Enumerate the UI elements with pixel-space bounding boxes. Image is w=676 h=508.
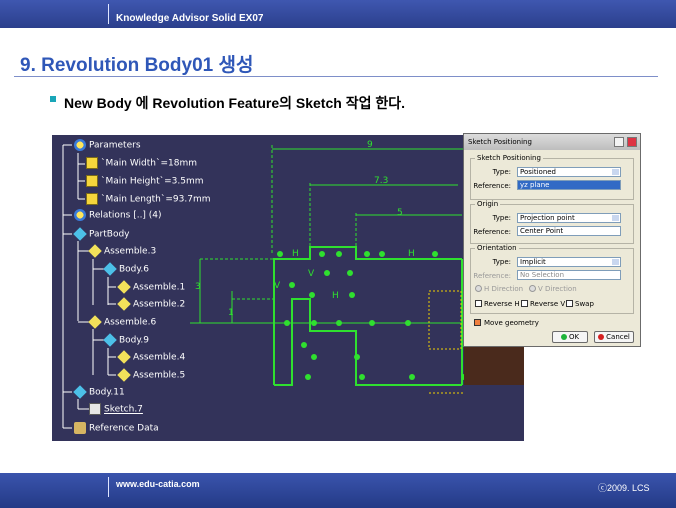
help-button[interactable] xyxy=(614,137,624,147)
orient-reference-label: Reference: xyxy=(473,272,511,280)
move-geometry-label: Move geometry xyxy=(484,319,539,327)
sketch-positioning-group: Sketch Positioning Type: Positioned Refe… xyxy=(470,154,634,200)
swap-checkbox[interactable] xyxy=(566,300,573,307)
constraint-h[interactable]: H xyxy=(292,249,299,259)
dimension-5[interactable]: 5 xyxy=(397,208,403,218)
orient-reference-field[interactable]: No Selection xyxy=(517,270,621,280)
footer-bar: www.edu-catia.com ⓒ2009. LCS xyxy=(0,473,676,508)
type-select-value: Positioned xyxy=(520,168,557,176)
dimension-7-3[interactable]: 7.3 xyxy=(374,176,388,186)
orient-type-label: Type: xyxy=(492,258,511,266)
profile[interactable] xyxy=(273,246,463,386)
footer-separator xyxy=(108,477,109,497)
chevron-down-icon xyxy=(612,215,619,221)
sketch-positioning-dialog: Sketch Positioning Sketch Positioning Ty… xyxy=(463,133,641,347)
chevron-down-icon xyxy=(612,169,619,175)
title-divider xyxy=(14,76,658,77)
dimension-9[interactable]: 9 xyxy=(367,140,373,150)
cancel-icon xyxy=(598,334,605,340)
orientation-group: Orientation Type: Implicit Reference: No… xyxy=(470,244,634,314)
origin-type-select[interactable]: Projection point xyxy=(517,213,621,223)
sketch-axis-box xyxy=(428,290,464,394)
header-bar: Knowledge Advisor Solid EX07 xyxy=(0,0,676,28)
group-label: Sketch Positioning xyxy=(475,154,543,162)
origin-group: Origin Type: Projection point Reference:… xyxy=(470,200,634,244)
reference-field[interactable]: yz plane xyxy=(517,180,621,190)
reverse-v-label: Reverse V xyxy=(530,300,566,308)
chevron-down-icon xyxy=(612,259,619,265)
cancel-label: Cancel xyxy=(606,333,630,341)
bullet-icon xyxy=(50,96,56,102)
origin-reference-field[interactable]: Center Point xyxy=(517,226,621,236)
dimension-1[interactable]: 1 xyxy=(228,308,234,318)
bullet-text: New Body 에 Revolution Feature의 Sketch 작업… xyxy=(64,95,405,111)
constraint-h-mid[interactable]: H xyxy=(332,291,339,301)
constraint-v[interactable]: V xyxy=(274,281,281,291)
header-separator xyxy=(108,4,109,24)
reverse-h-checkbox[interactable] xyxy=(475,300,482,307)
footer-url[interactable]: www.edu-catia.com xyxy=(116,479,200,489)
constraint-h-right[interactable]: H xyxy=(408,249,415,259)
reference-label: Reference: xyxy=(473,182,511,190)
h-direction-label: H Direction xyxy=(484,285,524,293)
course-title: Knowledge Advisor Solid EX07 xyxy=(116,13,264,24)
type-select[interactable]: Positioned xyxy=(517,167,621,177)
h-direction-radio[interactable] xyxy=(475,285,482,292)
reverse-v-checkbox[interactable] xyxy=(521,300,528,307)
orient-type-value: Implicit xyxy=(520,258,546,266)
group-label: Origin xyxy=(475,200,501,208)
origin-reference-label: Reference: xyxy=(473,228,511,236)
origin-type-label: Type: xyxy=(492,214,511,222)
swap-label: Swap xyxy=(575,300,594,308)
cancel-button[interactable]: Cancel xyxy=(594,331,634,343)
sketch-canvas[interactable]: 9 7.3 5 3 1 H H V V H xyxy=(52,135,524,441)
ok-icon xyxy=(560,334,567,340)
close-button[interactable] xyxy=(627,137,637,147)
slide-title: 9. Revolution Body01 생성 xyxy=(20,55,254,76)
move-geometry-checkbox[interactable] xyxy=(474,319,481,326)
constraint-symbols xyxy=(277,251,471,380)
orient-type-select[interactable]: Implicit xyxy=(517,257,621,267)
background-object xyxy=(464,345,524,385)
v-direction-radio[interactable] xyxy=(529,285,536,292)
ok-label: OK xyxy=(568,333,580,341)
reverse-h-label: Reverse H xyxy=(484,300,520,308)
group-label: Orientation xyxy=(475,244,519,252)
catia-screenshot: Parameters `Main Width`=18mm `Main Heigh… xyxy=(52,135,524,441)
v-direction-label: V Direction xyxy=(538,285,577,293)
dimension-3[interactable]: 3 xyxy=(195,282,201,292)
footer-copyright: ⓒ2009. LCS xyxy=(598,483,650,493)
constraint-v-mid[interactable]: V xyxy=(308,269,315,279)
origin-type-value: Projection point xyxy=(520,214,575,222)
ok-button[interactable]: OK xyxy=(552,331,588,343)
type-label: Type: xyxy=(492,168,511,176)
